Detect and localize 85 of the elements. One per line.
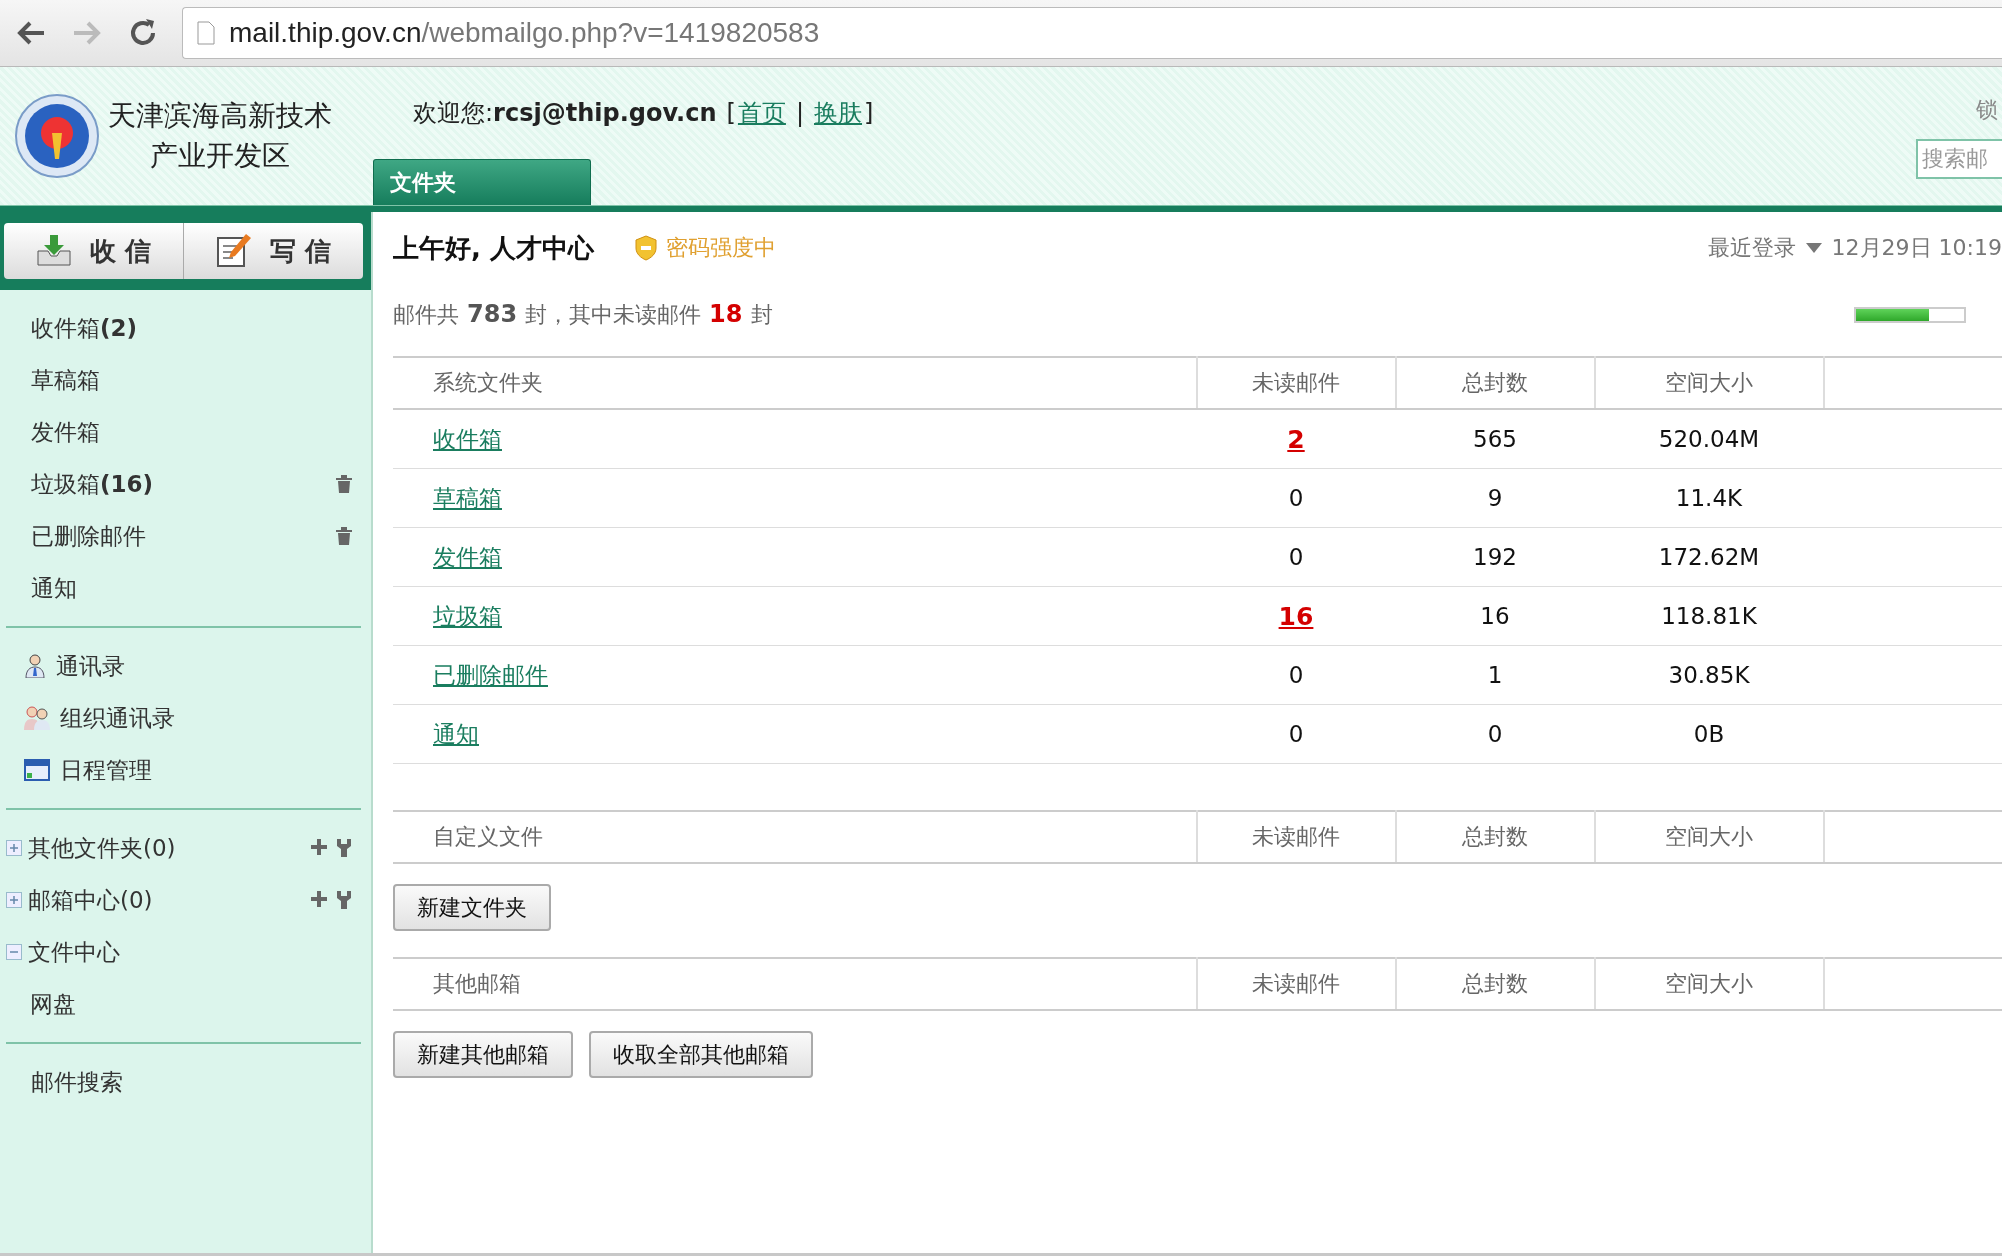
sidebar-link[interactable]: 组织通讯录 <box>60 704 175 731</box>
column-header: 其他邮箱 <box>433 971 521 996</box>
bracket-text: ] <box>864 99 874 127</box>
receive-button[interactable]: 收 信 <box>4 223 183 279</box>
plus-icon[interactable] <box>311 839 327 855</box>
inbox-download-icon <box>35 235 72 267</box>
folder-link[interactable]: 网盘 <box>30 990 76 1017</box>
folder-link[interactable]: 草稿箱 <box>31 366 100 393</box>
total-count: 9 <box>1487 485 1503 511</box>
folder-link[interactable]: 收件箱(2) <box>31 314 138 341</box>
total-count: 16 <box>1480 603 1510 629</box>
separator-text: | <box>795 99 804 127</box>
mailbox-button[interactable]: 新建其他邮箱 <box>393 1031 573 1078</box>
org-name: 产业开发区 <box>149 138 291 174</box>
folder-size: 172.62M <box>1658 544 1760 570</box>
shield-icon <box>633 235 658 261</box>
org-name: 天津滨海高新技术 <box>108 98 332 134</box>
folder-tab[interactable]: 文件夹 <box>373 159 591 205</box>
folder-link[interactable]: 通知 <box>31 574 77 601</box>
trash-icon[interactable] <box>335 526 353 546</box>
calendar-icon <box>24 759 50 781</box>
folder-link[interactable]: 通知 <box>433 720 479 747</box>
folder-link[interactable]: 发件箱 <box>31 418 100 445</box>
header-link[interactable]: 换肤 <box>814 97 862 129</box>
unread-count: 0 <box>1288 721 1304 747</box>
folder-size: 30.85K <box>1668 662 1750 688</box>
tree-item[interactable]: 其他文件夹(0) <box>28 834 176 861</box>
unread-count: 2 <box>1287 424 1305 454</box>
column-header: 空间大小 <box>1665 971 1753 996</box>
column-header: 自定义文件 <box>433 824 543 849</box>
column-header: 未读邮件 <box>1252 370 1340 395</box>
folder-link[interactable]: 邮件搜索 <box>31 1068 123 1095</box>
unread-count: 0 <box>1288 485 1304 511</box>
caret-icon[interactable] <box>1805 243 1822 253</box>
column-header: 系统文件夹 <box>433 370 543 395</box>
column-header: 未读邮件 <box>1252 824 1340 849</box>
mail-summary: 邮件共 783 封，其中未读邮件 18 封 <box>393 300 773 330</box>
column-header: 总封数 <box>1462 971 1528 996</box>
page-icon <box>197 21 215 45</box>
person-icon <box>24 654 46 678</box>
compose-button[interactable]: 写 信 <box>183 223 363 279</box>
wrench-icon[interactable] <box>337 891 351 909</box>
last-login-label[interactable]: 最近登录 <box>1707 233 1796 263</box>
last-login-time: 12月29日 10:19 <box>1831 234 2002 262</box>
folder-link[interactable]: 收件箱 <box>433 425 502 452</box>
search-field[interactable]: 搜索邮 <box>1916 139 2002 179</box>
greeting-text: 上午好, 人才中心 <box>393 231 594 265</box>
unread-count: 0 <box>1288 662 1304 688</box>
address-bar[interactable]: mail.thip.gov.cn/webmailgo.php?v=1419820583 <box>182 7 2002 59</box>
unread-count: 0 <box>1288 544 1304 570</box>
wrench-icon[interactable] <box>337 839 351 857</box>
tree-item[interactable]: 文件中心 <box>28 938 120 965</box>
trash-icon[interactable] <box>335 474 353 494</box>
folder-size: 11.4K <box>1675 485 1743 511</box>
url-text: mail.thip.gov.cn/webmailgo.php?v=1419820583 <box>229 17 820 49</box>
folder-size: 118.81K <box>1661 603 1757 629</box>
folder-size: 0B <box>1693 721 1725 747</box>
plus-icon[interactable] <box>311 891 327 907</box>
folder-link[interactable]: 草稿箱 <box>433 484 502 511</box>
folder-link[interactable]: 垃圾箱 <box>433 602 502 629</box>
total-count: 192 <box>1473 544 1517 570</box>
column-header: 空间大小 <box>1665 824 1753 849</box>
total-count: 1 <box>1487 662 1503 688</box>
column-header: 总封数 <box>1462 370 1528 395</box>
folder-link[interactable]: 垃圾箱(16) <box>31 470 154 497</box>
tree-item[interactable]: 邮箱中心(0) <box>28 886 153 913</box>
total-count: 565 <box>1473 426 1517 452</box>
welcome-text: 欢迎您:rcsj@thip.gov.cn <box>413 98 717 129</box>
folder-link[interactable]: 已删除邮件 <box>31 522 146 549</box>
folder-link[interactable]: 已删除邮件 <box>433 661 548 688</box>
sidebar-link[interactable]: 通讯录 <box>56 652 125 679</box>
bracket-text: [ <box>726 99 736 127</box>
column-header: 总封数 <box>1462 824 1528 849</box>
folder-link[interactable]: 发件箱 <box>433 543 502 570</box>
unread-count: 16 <box>1278 601 1314 631</box>
people-icon <box>24 706 50 730</box>
column-header: 未读邮件 <box>1252 971 1340 996</box>
mailbox-button[interactable]: 收取全部其他邮箱 <box>589 1031 813 1078</box>
pencil-note-icon <box>215 234 252 268</box>
total-count: 0 <box>1487 721 1503 747</box>
folder-size: 520.04M <box>1658 426 1760 452</box>
new-folder-button[interactable]: 新建文件夹 <box>393 884 551 931</box>
column-header: 空间大小 <box>1665 370 1753 395</box>
sidebar-link[interactable]: 日程管理 <box>60 756 152 783</box>
header-link[interactable]: 首页 <box>737 97 786 129</box>
